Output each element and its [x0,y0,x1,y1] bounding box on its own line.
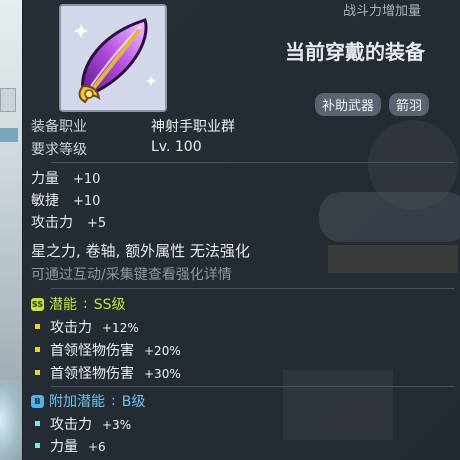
stat-name: 攻击力 [31,215,73,231]
stat-name: 力量 [31,171,59,187]
divider [51,288,455,289]
bullet-icon [35,323,40,329]
potential-separator: : [83,296,88,312]
potential-line: 首领怪物伤害 +30% [35,363,181,383]
additional-potential-line: 攻击力 +3% [35,414,131,434]
tag-secondary-weapon: 补助武器 [315,93,382,116]
item-tags: 补助武器 箭羽 [315,93,430,116]
potential-header: SS 潜能 : SS级 [31,294,126,314]
purple-quiver-feather-icon [59,4,167,112]
level-label: 要求等级 [31,142,87,158]
potential-stat-name: 首领怪物伤害 [50,366,134,382]
potential-stat-value: +20% [144,344,181,358]
potential-stat-value: +12% [102,321,139,335]
stat-value: +10 [73,194,101,209]
stat-name: 敏捷 [31,193,59,209]
bullet-icon [35,442,40,448]
stat-strength: 力量 +10 [31,168,100,188]
stat-dexterity: 敏捷 +10 [31,190,100,210]
potential-title: 潜能 [49,297,77,313]
additional-potential-header: B 附加潜能 : B级 [31,391,145,411]
bullet-icon [35,346,40,352]
level-row: 要求等级 [31,139,87,159]
job-value-row: 神射手职业群 [151,116,235,136]
background-glow [0,380,22,460]
background-decoration-box [328,245,458,273]
game-screen: 战斗力增加量 当前穿戴的装备 补助武器 箭羽 装备职业 神射手职业群 要求等级 … [0,0,460,460]
stat-value: +10 [73,172,101,187]
additional-stat-value: +6 [88,440,106,454]
potential-stat-value: +30% [144,367,181,381]
item-tooltip: 战斗力增加量 当前穿戴的装备 补助武器 箭羽 装备职业 神射手职业群 要求等级 … [22,0,460,460]
background-decoration-tile [283,370,393,440]
potential-grade: SS级 [93,297,126,313]
additional-potential-separator: : [111,393,116,409]
divider [51,386,455,387]
background-ui-fragment-blue [0,128,18,142]
tag-arrow-fletching: 箭羽 [389,93,430,116]
job-row: 装备职业 [31,116,87,136]
job-label: 装备职业 [31,119,87,135]
potential-grade-badge: SS [31,297,44,311]
stat-value: +5 [87,216,107,231]
additional-stat-value: +3% [102,418,132,432]
potential-stat-name: 首领怪物伤害 [50,343,134,359]
stat-attack: 攻击力 +5 [31,212,106,232]
background-ui-fragment [0,88,16,112]
divider [51,162,455,163]
bullet-icon [35,420,40,426]
enhancement-restriction: 星之力, 卷轴, 额外属性 无法强化 [31,242,250,260]
additional-stat-name: 攻击力 [50,417,92,433]
level-value: Lv. 100 [151,139,202,155]
combat-power-note: 战斗力增加量 [343,4,422,19]
watermark-backdrop [319,192,460,242]
additional-stat-name: 力量 [50,439,78,455]
additional-potential-line: 力量 +6 [35,436,106,456]
potential-stat-name: 攻击力 [50,320,92,336]
potential-line: 首领怪物伤害 +20% [35,340,181,360]
potential-line: 攻击力 +12% [35,317,139,337]
level-value-row: Lv. 100 [151,139,202,155]
job-value: 神射手职业群 [151,119,235,135]
game-background-strip [0,0,22,460]
enhancement-hint: 可通过互动/采集键查看强化详情 [31,267,232,283]
bullet-icon [35,369,40,375]
additional-potential-grade-badge: B [31,394,44,408]
additional-potential-title: 附加潜能 [49,394,105,410]
additional-potential-grade: B级 [121,394,146,410]
equipped-item-title: 当前穿戴的装备 [285,40,425,64]
